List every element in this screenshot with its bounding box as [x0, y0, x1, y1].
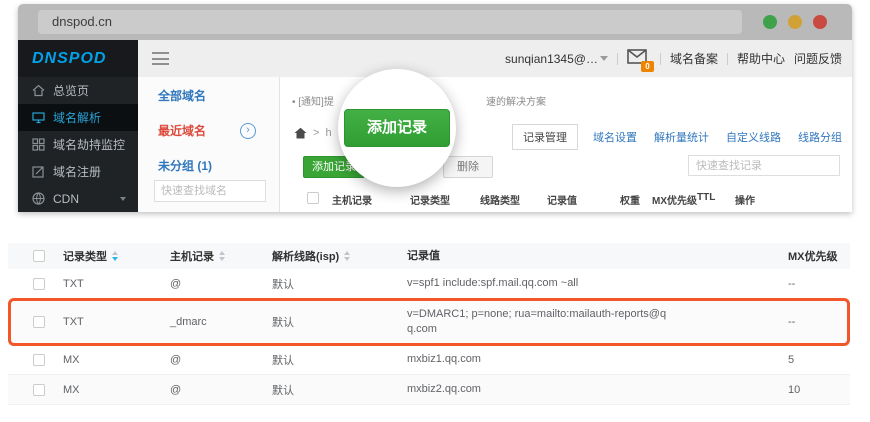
record-search-input[interactable] [688, 155, 840, 176]
header-record-type[interactable]: 记录类型 [63, 243, 118, 269]
sidebar-item-domain-register[interactable]: 域名注册 [18, 158, 138, 185]
table-row-highlighted[interactable]: TXT _dmarc 默认 v=DMARC1; p=none; rua=mail… [8, 299, 850, 345]
divider [660, 53, 661, 65]
notice-text-left: • [通知]提 [292, 93, 334, 108]
domain-search-input[interactable] [154, 180, 266, 202]
tab-domain-settings[interactable]: 域名设置 [591, 125, 639, 149]
logo-block[interactable]: DNSPOD [18, 40, 138, 77]
tab-bar: 记录管理 域名设置 解析量统计 自定义线路 线路分组 [512, 124, 844, 150]
user-menu[interactable]: sunqian1345@… [505, 52, 608, 66]
delete-button[interactable]: 删除 [443, 156, 493, 178]
traffic-light-green[interactable] [763, 15, 777, 29]
row-checkbox[interactable] [33, 354, 45, 366]
table-row[interactable]: MX @ 默认 mxbiz1.qq.com 5 [8, 345, 850, 375]
records-mini-header: 主机记录 记录类型 线路类型 记录值 权重 MX优先级 TTL 操作 [280, 187, 852, 211]
circle-arrow-icon[interactable]: › [240, 123, 256, 139]
table-row[interactable]: MX @ 默认 mxbiz2.qq.com 10 [8, 375, 850, 405]
dnspod-logo: DNSPOD [18, 50, 106, 68]
tab-resolution-stats[interactable]: 解析量统计 [652, 125, 711, 149]
col-value: 记录值 [547, 192, 577, 207]
header-link-help[interactable]: 帮助中心 [737, 50, 785, 67]
header-link-feedback[interactable]: 问题反馈 [794, 50, 842, 67]
sidebar-item-cdn[interactable]: CDN [18, 185, 138, 212]
breadcrumb: > h [294, 127, 332, 139]
traffic-light-red[interactable] [813, 15, 827, 29]
add-record-button-zoomed[interactable]: 添加记录 [344, 109, 450, 147]
select-all-checkbox[interactable] [33, 250, 45, 262]
sort-icon[interactable] [344, 251, 350, 261]
table-row[interactable]: TXT @ 默认 v=spf1 include:spf.mail.qq.com … [8, 269, 850, 299]
globe-icon [32, 192, 45, 205]
domain-filter-ungrouped[interactable]: 未分组 (1) [158, 157, 212, 174]
header-mx: MX优先级 [788, 243, 838, 269]
header-line[interactable]: 解析线路(isp) [272, 243, 350, 269]
edit-icon [32, 165, 45, 178]
select-all-checkbox[interactable] [307, 192, 319, 204]
tab-line-groups[interactable]: 线路分组 [796, 125, 844, 149]
traffic-light-yellow[interactable] [788, 15, 802, 29]
row-checkbox[interactable] [33, 316, 45, 328]
sort-icon[interactable] [112, 251, 118, 261]
row-checkbox[interactable] [33, 384, 45, 396]
notice-text-right: 速的解决方案 [486, 93, 546, 108]
sidebar: 总览页 域名解析 域名劫持监控 [18, 77, 138, 212]
url-text: dnspod.cn [52, 14, 112, 29]
records-table-header: 记录类型 主机记录 解析线路(isp) 记录值 MX优先级 [8, 243, 850, 269]
url-bar[interactable]: dnspod.cn [38, 10, 742, 34]
tab-record-management[interactable]: 记录管理 [512, 124, 578, 150]
divider [727, 53, 728, 65]
menu-icon[interactable] [152, 52, 169, 65]
col-mx: MX优先级 [652, 192, 697, 207]
screenshot-root: dnspod.cn DNSPOD sunqian1345@… [0, 0, 870, 422]
breadcrumb-separator: > [313, 127, 319, 139]
domain-panel: 全部域名 最近域名 › 未分组 (1) [138, 77, 280, 212]
domain-filter-all[interactable]: 全部域名 [158, 87, 206, 104]
magnifier-circle: 添加记录 [338, 69, 456, 187]
home-icon [32, 84, 45, 97]
monitor-icon [32, 111, 45, 124]
sidebar-item-hijack-monitor[interactable]: 域名劫持监控 [18, 131, 138, 158]
mail-badge: 0 [641, 61, 654, 72]
sidebar-item-dns[interactable]: 域名解析 [18, 104, 138, 131]
records-table: 记录类型 主机记录 解析线路(isp) 记录值 MX优先级 TXT @ 默认 v… [8, 243, 850, 405]
row-checkbox[interactable] [33, 278, 45, 290]
col-line: 线路类型 [480, 192, 520, 207]
user-email: sunqian1345@… [505, 52, 598, 66]
chevron-down-icon [120, 197, 126, 201]
col-host: 主机记录 [332, 192, 372, 207]
col-type: 记录类型 [410, 192, 450, 207]
browser-chrome: dnspod.cn [18, 4, 852, 40]
app-header: DNSPOD sunqian1345@… 0 域名备案 [18, 40, 852, 77]
home-icon[interactable] [294, 127, 307, 139]
header-link-beian[interactable]: 域名备案 [670, 50, 718, 67]
divider [617, 53, 618, 65]
breadcrumb-domain: h [325, 127, 331, 139]
col-weight: 权重 [620, 192, 640, 207]
header-right: sunqian1345@… 0 域名备案 帮助中心 问题反馈 [505, 40, 842, 77]
col-action: 操作 [735, 192, 755, 207]
mail-icon[interactable]: 0 [627, 49, 651, 69]
header-value: 记录值 [407, 243, 440, 269]
chevron-down-icon [600, 56, 608, 61]
col-ttl: TTL [697, 192, 715, 203]
tab-custom-lines[interactable]: 自定义线路 [724, 125, 783, 149]
grid-icon [32, 138, 45, 151]
sidebar-item-overview[interactable]: 总览页 [18, 77, 138, 104]
header-host[interactable]: 主机记录 [170, 243, 225, 269]
domain-filter-recent[interactable]: 最近域名 [158, 122, 206, 139]
sort-icon[interactable] [219, 251, 225, 261]
